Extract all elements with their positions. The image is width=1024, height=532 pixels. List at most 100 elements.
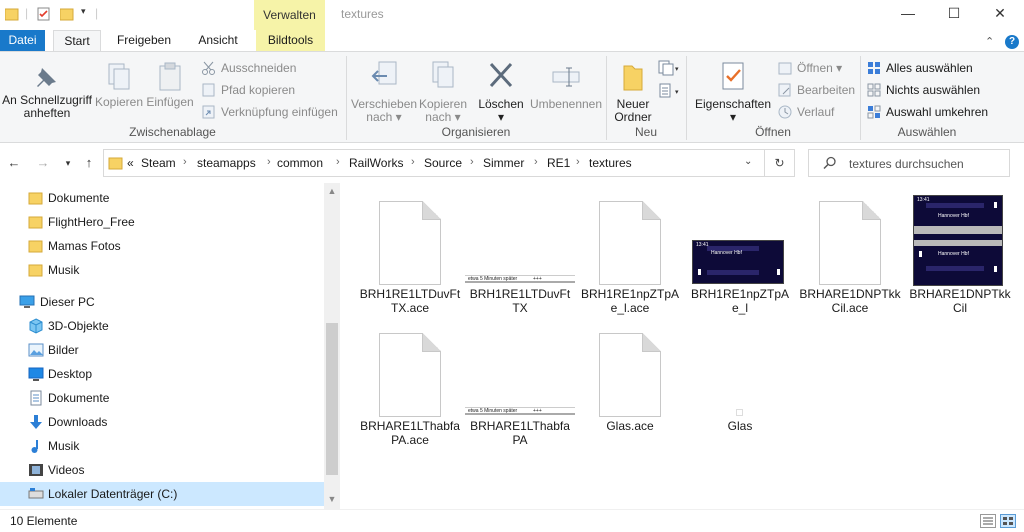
easy-access-icon[interactable]: ▾ [657,82,681,100]
folder-icon [28,216,43,229]
group-organize: Verschieben nach ▾ Kopieren nach ▾ Lösch… [347,52,605,144]
tab-start[interactable]: Start [53,30,101,51]
crumb-source[interactable]: Source [424,156,462,170]
scrollbar-thumb[interactable] [326,323,338,475]
crumb-separator[interactable]: › [267,156,271,168]
pictures-icon [28,343,44,357]
forward-button[interactable]: → [35,155,51,171]
crumb-textures[interactable]: textures [589,156,632,170]
copy-button[interactable]: Kopieren [94,62,144,109]
scroll-down-icon[interactable]: ▼ [324,494,340,504]
file-item[interactable]: 13:41 Hannover Hbf Hannover Hbf BRHARE1D… [905,195,1015,315]
copy-to-button[interactable]: Kopieren nach ▾ [417,60,469,124]
large-icons-view-button[interactable] [1000,514,1016,528]
delete-button[interactable]: Löschen ▾ [473,60,529,124]
rename-button[interactable]: Umbenennen [527,60,605,111]
invert-selection-button[interactable]: Auswahl umkehren [866,103,988,121]
crumb-steam[interactable]: Steam [141,156,176,170]
file-item[interactable]: Glas [685,327,795,433]
nav-item-musik-quick[interactable]: Musik [0,258,324,282]
crumb-steamapps[interactable]: steamapps [197,156,256,170]
file-item[interactable]: BRH1RE1LTDuvFtTX.ace [355,195,465,315]
nav-item-lokaler-datentraeger[interactable]: Lokaler Datenträger (C:) [0,482,324,506]
minimize-button[interactable]: — [885,0,931,26]
details-view-button[interactable] [980,514,996,528]
nav-item-videos[interactable]: Videos [0,458,324,482]
pc-icon [19,295,35,308]
context-tab-verwalten[interactable]: Verwalten [254,0,325,30]
nav-item-dokumente-quick[interactable]: Dokumente [0,186,324,210]
delete-icon [489,62,513,88]
folder-icon [28,240,43,253]
crumb-separator[interactable]: › [576,156,580,168]
nav-item-downloads[interactable]: Downloads [0,410,324,434]
history-button[interactable]: Verlauf [777,103,834,121]
documents-icon [30,390,42,406]
new-folder-button[interactable]: Neuer Ordner [609,60,657,124]
navigation-scrollbar[interactable]: ▲ ▼ [324,183,340,509]
collapse-ribbon-icon[interactable]: ⌃ [985,35,994,48]
invert-selection-icon [867,105,881,119]
search-box[interactable]: textures durchsuchen [808,149,1010,177]
refresh-button[interactable]: ↻ [765,149,795,177]
nav-item-bilder[interactable]: Bilder [0,338,324,362]
group-new: Neuer Ordner ▾ ▾ Neu [607,52,685,144]
properties-button[interactable]: Eigenschaften ▾ [691,60,775,124]
address-bar[interactable]: « Steam › steamapps › common › RailWorks… [103,149,765,177]
address-overflow[interactable]: « [127,156,134,170]
file-item[interactable]: etwa 5 Minuten später +++ BRH1RE1LTDuvFtT… [465,195,575,315]
help-icon[interactable]: ? [1005,35,1019,49]
crumb-separator[interactable]: › [470,156,474,168]
file-item[interactable]: 13:41 Hannover Hbf BRH1RE1npZTpAe_l [685,195,795,315]
crumb-re1[interactable]: RE1 [547,156,570,170]
close-button[interactable]: ✕ [977,0,1023,26]
up-button[interactable]: ↑ [81,155,97,171]
tab-ansicht[interactable]: Ansicht [188,30,248,51]
nav-item-dieser-pc[interactable]: Dieser PC [0,290,324,314]
copy-path-button[interactable]: Pfad kopieren [201,81,295,99]
file-item[interactable]: BRHARE1LThabfaPA.ace [355,327,465,447]
nav-item-musik[interactable]: Musik [0,434,324,458]
crumb-separator[interactable]: › [336,156,340,168]
crumb-separator[interactable]: › [534,156,538,168]
new-item-icon[interactable]: ▾ [657,59,681,77]
back-button[interactable]: ← [6,155,22,171]
customize-toolbar-icon[interactable]: ▾ [81,6,86,22]
new-folder-icon[interactable] [60,6,74,22]
file-item[interactable]: Glas.ace [575,327,685,433]
select-none-button[interactable]: Nichts auswählen [866,81,980,99]
video-icon [29,464,43,476]
file-item[interactable]: etwa 5 Minuten später +++ BRHARE1LThabfaP… [465,327,575,447]
crumb-common[interactable]: common [277,156,323,170]
open-button[interactable]: Öffnen ▾ [777,59,842,77]
crumb-simmer[interactable]: Simmer [483,156,524,170]
large-icons-view-icon [1003,517,1013,525]
address-dropdown-icon[interactable]: ⌄ [744,156,752,167]
nav-item-desktop[interactable]: Desktop [0,362,324,386]
pin-icon [37,68,56,87]
crumb-separator[interactable]: › [183,156,187,168]
file-item[interactable]: BRH1RE1npZTpAe_l.ace [575,195,685,315]
nav-item-3d-objekte[interactable]: 3D-Objekte [0,314,324,338]
tab-bildtools[interactable]: Bildtools [256,30,325,51]
crumb-separator[interactable]: › [411,156,415,168]
file-item[interactable]: BRHARE1DNPTkkCil.ace [795,195,905,315]
nav-item-mamas-fotos[interactable]: Mamas Fotos [0,234,324,258]
maximize-button[interactable]: ☐ [931,0,977,26]
cut-button[interactable]: Ausschneiden [201,59,296,77]
crumb-railworks[interactable]: RailWorks [349,156,403,170]
recent-locations-button[interactable]: ▾ [60,155,76,171]
pin-quick-access-button[interactable]: An Schnellzugriff anheften [0,64,94,120]
nav-item-dokumente[interactable]: Dokumente [0,386,324,410]
paste-button[interactable]: Einfügen [144,62,196,109]
paste-shortcut-button[interactable]: Verknüpfung einfügen [201,103,338,121]
properties-icon[interactable] [37,6,51,22]
scroll-up-icon[interactable]: ▲ [324,186,340,196]
navigation-pane: Dokumente FlightHero_Free Mamas Fotos Mu… [0,183,340,509]
select-all-button[interactable]: Alles auswählen [866,59,973,77]
nav-item-flighthero-free[interactable]: FlightHero_Free [0,210,324,234]
edit-button[interactable]: Bearbeiten [777,81,855,99]
move-to-button[interactable]: Verschieben nach ▾ [351,60,417,124]
tab-datei[interactable]: Datei [0,30,45,51]
tab-freigeben[interactable]: Freigeben [109,30,179,51]
